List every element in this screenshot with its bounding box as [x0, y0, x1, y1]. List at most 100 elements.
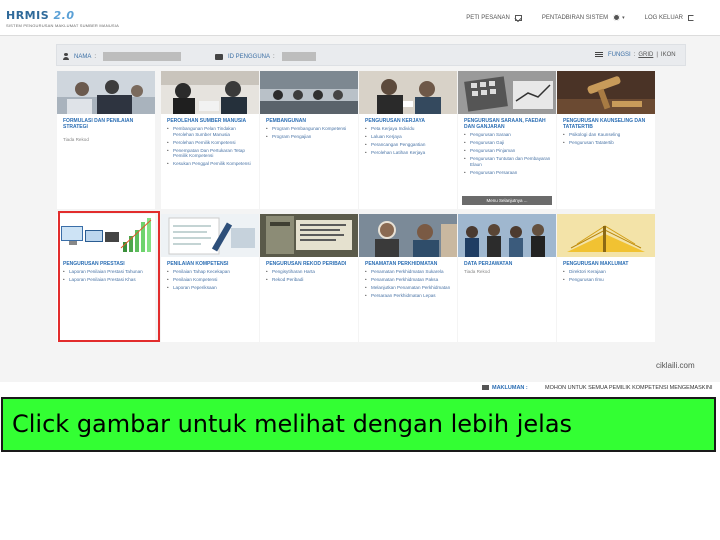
module-empty-text: Tiada Rekod: [464, 269, 490, 274]
gear-icon: [613, 14, 621, 21]
id-card-icon: [215, 53, 223, 60]
module-link[interactable]: Laporan Peperiksaan: [167, 285, 257, 291]
name-label: NAMA: [74, 53, 92, 60]
user-id-field: ID PENGGUNA :: [215, 52, 316, 61]
module-title[interactable]: FORMULASI DAN PENILAIAN STRATEGI: [63, 118, 153, 130]
view-grid-link[interactable]: GRID: [638, 52, 653, 58]
module-title[interactable]: PENAMATAN PERKHIDMATAN: [365, 261, 455, 267]
ticker-label: MAKLUMAN :: [492, 385, 528, 391]
module-data-perjawatan[interactable]: DATA PERJAWATAN Tiada Rekod: [458, 214, 556, 342]
module-penamatan[interactable]: PENAMATAN PERKHIDMATAN Penamatan Perkhid…: [359, 214, 457, 342]
module-link[interactable]: Penamatan Perkhidmatan Paksa: [365, 277, 455, 283]
module-penilaian-kompetensi[interactable]: PENILAIAN KOMPETENSI Penilaian Tahap Kec…: [161, 214, 259, 342]
module-list: Penilaian Tahap Kecekapan Penilaian Komp…: [167, 269, 257, 293]
module-link[interactable]: Kesukan Penggal Pemilik Kompetensi: [167, 161, 257, 167]
module-image[interactable]: [458, 71, 556, 114]
hrmis-screenshot[interactable]: HRMIS 2.0 SISTEM PENGURUSAN MAKLUMAT SUM…: [0, 0, 720, 383]
module-image[interactable]: [557, 71, 655, 114]
exit-icon: [688, 14, 694, 21]
module-image[interactable]: [260, 214, 358, 257]
instruction-text: Click gambar untuk melihat dengan lebih …: [12, 410, 573, 438]
module-link[interactable]: Pengurusan Tatatertib: [563, 140, 653, 146]
module-link[interactable]: Perolehan Pemilik Kompetensi: [167, 140, 257, 146]
module-link[interactable]: Laluan Kerjaya: [365, 134, 455, 140]
module-link[interactable]: Direktori Kerajaan: [563, 269, 653, 275]
module-link[interactable]: Pengurusan Gaji: [464, 140, 554, 146]
module-link[interactable]: Pengisytiharan Harta: [266, 269, 356, 275]
module-link[interactable]: Pembangunan Pelan Tindakan Perolehan Sum…: [167, 126, 257, 137]
module-link[interactable]: Persaraan Perkhidmatan Lepas: [365, 293, 455, 299]
module-list: Peta Kerjaya Individu Laluan Kerjaya Per…: [365, 126, 455, 158]
menu-selanjutnya-button[interactable]: Menu Selanjutnya ...: [462, 196, 552, 205]
module-title[interactable]: PEMBANGUNAN: [266, 118, 356, 124]
module-title[interactable]: PENGURUSAN KERJAYA: [365, 118, 455, 124]
module-rekod-peribadi[interactable]: PENGURUSAN REKOD PERIBADI Pengisytiharan…: [260, 214, 358, 342]
module-list: Pengurusan Saraan Pengurusan Gaji Pengur…: [464, 132, 554, 178]
module-link[interactable]: Perolehan Latihan Kerjaya: [365, 150, 455, 156]
module-formulasi[interactable]: FORMULASI DAN PENILAIAN STRATEGI Tiada R…: [57, 71, 155, 209]
watermark-brand: ciklaili.com: [656, 361, 695, 370]
module-link[interactable]: Psikologi dan Kaunseling: [563, 132, 653, 138]
module-link[interactable]: Pengurusan Ilmu: [563, 277, 653, 283]
module-image[interactable]: [57, 71, 155, 114]
module-title[interactable]: PENGURUSAN SARAAN, FAEDAH DAN GANJARAN: [464, 118, 554, 130]
module-title[interactable]: DATA PERJAWATAN: [464, 261, 554, 267]
redacted-id: [281, 52, 316, 61]
module-link[interactable]: Perancangan Penggantian: [365, 142, 455, 148]
nav-pentadbiran-sistem[interactable]: PENTADBIRAN SISTEM ▾: [542, 14, 625, 21]
module-link[interactable]: Program Pembangunan Kompetensi: [266, 126, 356, 132]
module-link[interactable]: Penamatan Perkhidmatan Sukarela: [365, 269, 455, 275]
logo-subtitle: SISTEM PENGURUSAN MAKLUMAT SUMBER MANUSI…: [6, 23, 119, 28]
module-empty-text: Tiada Rekod: [63, 137, 89, 142]
logo-text: HRMIS 2.0: [6, 9, 75, 22]
module-link[interactable]: Penilaian Kompetensi: [167, 277, 257, 283]
module-image[interactable]: [359, 71, 457, 114]
app-header: HRMIS 2.0 SISTEM PENGURUSAN MAKLUMAT SUM…: [0, 0, 720, 36]
module-title[interactable]: PENGURUSAN KAUNSELING DAN TATATERTIB: [563, 118, 653, 130]
module-link[interactable]: Pengurusan Persaraan: [464, 170, 554, 176]
module-image[interactable]: [458, 214, 556, 257]
module-list: Tiada Rekod: [464, 269, 554, 275]
nav-label: LOG KELUAR: [644, 14, 683, 21]
mail-icon: [514, 14, 522, 21]
module-image[interactable]: [260, 71, 358, 114]
module-link[interactable]: Pengurusan Pinjaman: [464, 148, 554, 154]
module-link[interactable]: Penilaian Tahap Kecekapan: [167, 269, 257, 275]
module-pembangunan[interactable]: PEMBANGUNAN Program Pembangunan Kompeten…: [260, 71, 358, 209]
module-list: Direktori Kerajaan Pengurusan Ilmu: [563, 269, 653, 285]
ticker-text: MOHON UNTUK SEMUA PEMILIK KOMPETENSI MEN…: [545, 385, 713, 391]
module-kerjaya[interactable]: PENGURUSAN KERJAYA Peta Kerjaya Individu…: [359, 71, 457, 209]
module-link[interactable]: Rekod Peribadi: [266, 277, 356, 283]
module-saraan[interactable]: PENGURUSAN SARAAN, FAEDAH DAN GANJARAN P…: [458, 71, 556, 209]
nav-peti-pesanan[interactable]: PETI PESANAN: [466, 14, 522, 21]
hrmis-logo[interactable]: HRMIS 2.0 SISTEM PENGURUSAN MAKLUMAT SUM…: [6, 9, 119, 28]
person-icon: [63, 53, 69, 60]
module-perolehan[interactable]: PEROLEHAN SUMBER MANUSIA Pembangunan Pel…: [161, 71, 259, 209]
chevron-down-icon: ▾: [622, 14, 625, 21]
module-image[interactable]: [359, 214, 457, 257]
module-list: Tiada Rekod: [63, 137, 153, 143]
redacted-name: [103, 52, 182, 61]
module-link[interactable]: Pengurusan Saraan: [464, 132, 554, 138]
module-list: Penamatan Perkhidmatan Sukarela Penamata…: [365, 269, 455, 301]
module-image[interactable]: [161, 214, 259, 257]
module-title[interactable]: PEROLEHAN SUMBER MANUSIA: [167, 118, 257, 124]
selected-module-highlight: [58, 211, 160, 342]
module-title[interactable]: PENGURUSAN REKOD PERIBADI: [266, 261, 356, 267]
module-link[interactable]: Program Pengajian: [266, 134, 356, 140]
nav-log-keluar[interactable]: LOG KELUAR: [644, 14, 694, 21]
module-image[interactable]: [161, 71, 259, 114]
fungsi-label: FUNGSI: [608, 52, 631, 58]
module-list: Psikologi dan Kaunseling Pengurusan Tata…: [563, 132, 653, 148]
module-title[interactable]: PENGURUSAN MAKLUMAT: [563, 261, 653, 267]
view-ikon-link[interactable]: IKON: [661, 52, 676, 58]
module-kaunseling[interactable]: PENGURUSAN KAUNSELING DAN TATATERTIB Psi…: [557, 71, 655, 209]
module-maklumat[interactable]: PENGURUSAN MAKLUMAT Direktori Kerajaan P…: [557, 214, 655, 342]
module-link[interactable]: Peta Kerjaya Individu: [365, 126, 455, 132]
module-link[interactable]: Melanjutkan Penamatan Perkhidmatan: [365, 285, 455, 291]
module-title[interactable]: PENILAIAN KOMPETENSI: [167, 261, 257, 267]
module-image[interactable]: [557, 214, 655, 257]
module-link[interactable]: Pengurusan Tuntutan dan Pembayaran Elaun: [464, 156, 554, 167]
module-link[interactable]: Penempatan Dan Pertukaran Tetap Pemilik …: [167, 148, 257, 159]
module-list: Pengisytiharan Harta Rekod Peribadi: [266, 269, 356, 285]
